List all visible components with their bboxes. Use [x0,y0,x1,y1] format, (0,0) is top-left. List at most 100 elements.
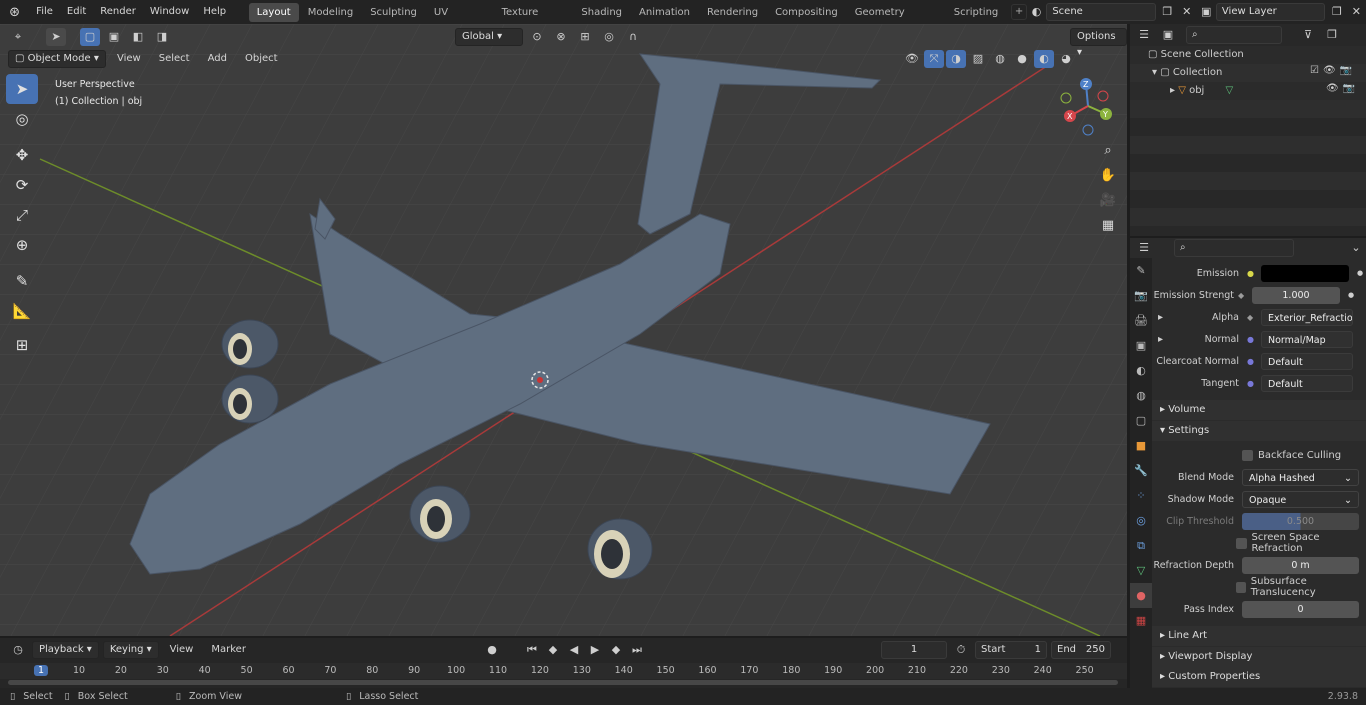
new-collection-icon[interactable]: ❐ [1322,26,1342,44]
clip-threshold-slider[interactable]: 0.500 [1242,512,1359,530]
copy-scene-icon[interactable]: ❐ [1158,3,1177,21]
outliner-search-input[interactable]: ⌕ [1186,26,1282,44]
options-button[interactable]: Options ▾ [1070,28,1127,58]
keying-menu[interactable]: Keying ▾ [102,641,159,659]
tab-animation[interactable]: Animation [631,3,698,22]
xray-icon[interactable]: ▨ [968,50,988,68]
select-box-tool-icon[interactable]: ➤ [6,74,38,104]
gizmo-toggle-icon[interactable]: ⤧ [924,50,944,68]
keyframe-dot-icon[interactable]: ● [1357,269,1363,277]
expand-arrow-icon[interactable]: ▸ [1152,312,1166,323]
menu-window[interactable]: Window [143,0,196,24]
timeline-scrollbar[interactable] [8,680,1118,685]
data-tab-icon[interactable]: ▽ [1130,558,1152,583]
delete-scene-icon[interactable]: ✕ [1177,3,1196,21]
editor-type-icon[interactable]: ⌖ [8,28,28,46]
navigation-gizmo[interactable]: Z Y X [1058,76,1118,136]
zoom-icon[interactable]: ⌕ [1097,140,1119,162]
viewport-menu-view[interactable]: View [110,50,148,68]
select-tool-icon[interactable]: ➤ [46,28,66,46]
blender-logo-icon[interactable]: ⊛ [0,5,29,20]
cursor-tool-icon[interactable]: ◎ [6,104,38,134]
tab-layout[interactable]: Layout [248,2,299,22]
viewport-menu-add[interactable]: Add [201,50,234,68]
solid-shading-icon[interactable]: ● [1012,50,1032,68]
rendered-shading-icon[interactable]: ◕ [1056,50,1076,68]
wireframe-shading-icon[interactable]: ◍ [990,50,1010,68]
settings-panel-header[interactable]: ▾ Settings [1152,421,1366,441]
eye-icon[interactable]: 👁 [1323,65,1336,76]
world-tab-icon[interactable]: ◍ [1130,383,1152,408]
timeline-editor-icon[interactable]: ◷ [8,641,28,659]
tab-rendering[interactable]: Rendering [699,3,766,22]
scene-collection-row[interactable]: ▢ Scene Collection [1130,46,1366,64]
delete-view-layer-icon[interactable]: ✕ [1347,3,1366,21]
ssr-checkbox[interactable] [1236,537,1247,549]
properties-editor-icon[interactable]: ☰ [1134,239,1154,257]
copy-view-layer-icon[interactable]: ❐ [1327,3,1346,21]
menu-edit[interactable]: Edit [60,0,93,24]
snap-target-icon[interactable]: ⊞ [575,28,595,46]
frame-ruler[interactable]: 1 10 20 30 40 50 60 70 80 90 100 110 120 130 140 150 160… [0,663,1127,679]
output-tab-icon[interactable]: 🖨 [1130,308,1152,333]
physics-tab-icon[interactable]: ◎ [1130,508,1152,533]
timeline-menu-view[interactable]: View [163,641,201,659]
tab-modeling[interactable]: Modeling [300,3,362,22]
particles-tab-icon[interactable]: ⁘ [1130,483,1152,508]
tab-uv-editing[interactable]: UV Editing [426,3,493,37]
tab-sculpting[interactable]: Sculpting [362,3,425,22]
mode-dropdown[interactable]: ▢ Object Mode ▾ [8,50,106,68]
snap-icon[interactable]: ⊗ [551,28,571,46]
visibility-icon[interactable]: 👁 [902,50,922,68]
scene-icon[interactable]: ◐ [1027,3,1046,21]
next-keyframe-icon[interactable]: ◆ [606,641,626,659]
render-tab-icon[interactable]: 📷 [1130,283,1152,308]
keyframe-dot-icon[interactable]: ● [1348,291,1354,299]
material-shading-icon[interactable]: ◐ [1034,50,1054,68]
current-frame-field[interactable]: 1 [881,641,947,659]
viewport-menu-select[interactable]: Select [152,50,197,68]
custom-properties-panel-header[interactable]: ▸ Custom Properties [1152,667,1366,687]
texture-tab-icon[interactable]: ▦ [1130,608,1152,633]
scale-tool-icon[interactable]: ⤢ [6,200,38,230]
blend-mode-dropdown[interactable]: Alpha Hashed ⌄ [1242,468,1359,486]
emission-color-swatch[interactable] [1261,264,1349,282]
move-tool-icon[interactable]: ✥ [6,140,38,170]
jump-start-icon[interactable]: ⏮ [522,641,542,659]
backface-culling-checkbox[interactable] [1242,449,1253,461]
rotate-tool-icon[interactable]: ⟳ [6,170,38,200]
stopwatch-icon[interactable]: ⏱ [951,641,971,659]
view-layer-tab-icon[interactable]: ▣ [1130,333,1152,358]
properties-options-icon[interactable]: ⌄ [1346,239,1366,257]
object-tab-icon[interactable]: ■ [1130,433,1152,458]
pan-hand-icon[interactable]: ✋ [1097,165,1119,187]
scene-tab-icon[interactable]: ◐ [1130,358,1152,383]
timeline-menu-marker[interactable]: Marker [204,641,253,659]
display-mode-icon[interactable]: ▣ [1158,26,1178,44]
tab-shading[interactable]: Shading [573,3,630,22]
select-mode-new-icon[interactable]: ▢ [80,28,100,46]
select-mode-invert-icon[interactable]: ◨ [152,28,172,46]
tab-scripting[interactable]: Scripting [946,3,1006,22]
add-workspace-button[interactable]: + [1011,4,1027,20]
tangent-field[interactable]: Default [1261,374,1353,392]
falloff-icon[interactable]: ∩ [623,28,643,46]
proportional-edit-icon[interactable]: ◎ [599,28,619,46]
play-icon[interactable]: ▶ [585,641,605,659]
shadow-mode-dropdown[interactable]: Opaque ⌄ [1242,490,1359,508]
prev-keyframe-icon[interactable]: ◆ [543,641,563,659]
refraction-depth-field[interactable]: 0 m [1242,556,1359,574]
expand-arrow-icon[interactable]: ▸ [1152,334,1166,345]
pass-index-field[interactable]: 0 [1242,600,1359,618]
annotate-tool-icon[interactable]: ✎ [6,266,38,296]
tool-tab-icon[interactable]: ✎ [1130,258,1152,283]
transform-tool-icon[interactable]: ⊕ [6,230,38,260]
object-eye-icon[interactable]: 👁 [1326,83,1339,94]
measure-tool-icon[interactable]: 📐 [6,296,38,326]
3d-viewport[interactable]: ⌖ ➤ ▢ ▣ ◧ ◨ Global ▾ ⊙ ⊗ ⊞ ◎ ∩ Options ▾… [0,24,1127,636]
alpha-link-field[interactable]: Exterior_Refraction_... [1261,308,1353,326]
properties-search-input[interactable]: ⌕ [1174,239,1294,257]
tab-compositing[interactable]: Compositing [767,3,846,22]
constraints-tab-icon[interactable]: ⧉ [1130,533,1152,558]
menu-file[interactable]: File [29,0,60,24]
